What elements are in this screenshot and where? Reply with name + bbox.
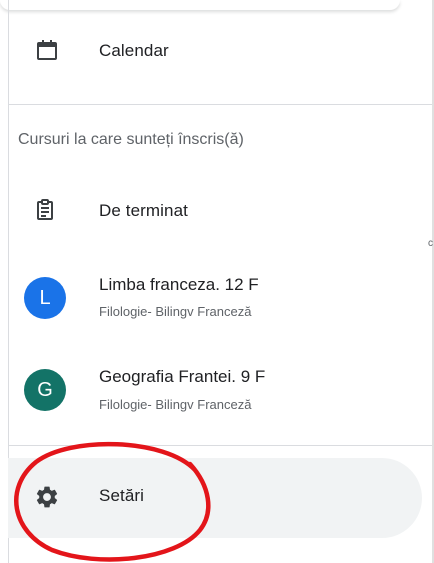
todo-item[interactable]: De terminat [8, 182, 418, 238]
edge-mark: c [428, 238, 433, 249]
divider-top [8, 104, 432, 105]
course-title: Geografia Frantei. 9 F [99, 367, 266, 386]
course-subtitle: Filologie- Bilingv Franceză [99, 397, 252, 412]
enrolled-section-title: Cursuri la care sunteți înscris(ă) [18, 131, 244, 148]
calendar-item[interactable]: Calendar [8, 22, 418, 78]
course-avatar: L [24, 277, 66, 319]
course-avatar: G [24, 369, 66, 411]
assignment-icon [32, 197, 58, 223]
divider-bottom [8, 445, 432, 446]
course-subtitle: Filologie- Bilingv Franceză [99, 304, 252, 319]
settings-label: Setări [99, 486, 145, 505]
todo-label: De terminat [99, 201, 188, 220]
calendar-label: Calendar [99, 41, 169, 60]
settings-item[interactable]: Setări [8, 458, 422, 538]
course-item[interactable]: G Geografia Frantei. 9 F Filologie- Bili… [8, 357, 418, 427]
course-item[interactable]: L Limba franceza. 12 F Filologie- Biling… [8, 264, 418, 334]
calendar-icon [34, 37, 60, 63]
gear-icon [34, 484, 60, 510]
course-title: Limba franceza. 12 F [99, 275, 259, 294]
